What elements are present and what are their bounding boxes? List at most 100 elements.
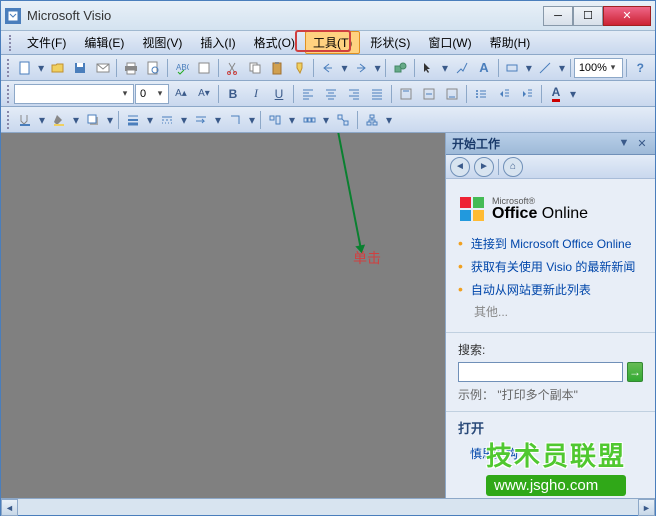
grow-font-button[interactable]: A▴: [170, 83, 192, 105]
middle-align-button[interactable]: [418, 83, 440, 105]
search-go-button[interactable]: →: [627, 362, 643, 382]
bold-button[interactable]: B: [222, 83, 244, 105]
copy-button[interactable]: [244, 57, 265, 79]
preview-button[interactable]: [143, 57, 164, 79]
redo-button[interactable]: [350, 57, 371, 79]
underline-button[interactable]: U: [268, 83, 290, 105]
pane-close-icon[interactable]: ✕: [635, 137, 649, 151]
undo-button[interactable]: [317, 57, 338, 79]
menubar-grip[interactable]: [9, 35, 13, 51]
menu-help[interactable]: 帮助(H): [482, 31, 539, 54]
bullets-button[interactable]: [470, 83, 492, 105]
search-input[interactable]: [458, 362, 623, 382]
corner-dropdown[interactable]: ▾: [247, 109, 257, 131]
align-dropdown[interactable]: ▾: [287, 109, 297, 131]
save-button[interactable]: [69, 57, 90, 79]
menu-shape[interactable]: 形状(S): [362, 31, 418, 54]
menu-window[interactable]: 窗口(W): [420, 31, 479, 54]
lineweight-dropdown[interactable]: ▾: [145, 109, 155, 131]
spell-button[interactable]: ABC: [171, 57, 192, 79]
align-shapes-button[interactable]: [264, 109, 286, 131]
line-dropdown[interactable]: ▾: [557, 57, 567, 79]
shadow-button[interactable]: [82, 109, 104, 131]
pointer-dropdown[interactable]: ▾: [440, 57, 450, 79]
fontcolor-dropdown[interactable]: ▾: [568, 83, 578, 105]
linecolor-button[interactable]: [14, 109, 36, 131]
scroll-left-button[interactable]: ◄: [1, 499, 18, 516]
align-left-button[interactable]: [297, 83, 319, 105]
distribute-button[interactable]: [298, 109, 320, 131]
layout-dropdown[interactable]: ▾: [384, 109, 394, 131]
shapes-button[interactable]: [389, 57, 410, 79]
toolbar-grip[interactable]: [7, 59, 11, 77]
close-button[interactable]: ✕: [603, 6, 651, 26]
link-more[interactable]: 其他...: [458, 301, 643, 322]
shadow-dropdown[interactable]: ▾: [105, 109, 115, 131]
connect-button[interactable]: [332, 109, 354, 131]
lineweight-button[interactable]: [122, 109, 144, 131]
linepattern-button[interactable]: [156, 109, 178, 131]
pointer-button[interactable]: [418, 57, 439, 79]
maximize-button[interactable]: ☐: [573, 6, 603, 26]
link-update[interactable]: 自动从网站更新此列表: [458, 279, 643, 302]
pane-dropdown-icon[interactable]: ▼: [617, 137, 631, 151]
new-button[interactable]: [14, 57, 35, 79]
linepattern-dropdown[interactable]: ▾: [179, 109, 189, 131]
nav-home-button[interactable]: ⌂: [503, 157, 523, 177]
bottom-align-button[interactable]: [441, 83, 463, 105]
nav-forward-button[interactable]: ►: [474, 157, 494, 177]
fontcolor-button[interactable]: A: [545, 83, 567, 105]
fillcolor-button[interactable]: [48, 109, 70, 131]
corner-button[interactable]: [224, 109, 246, 131]
menu-view[interactable]: 视图(V): [134, 31, 190, 54]
menu-edit[interactable]: 编辑(E): [76, 31, 132, 54]
scroll-right-button[interactable]: ►: [638, 499, 655, 516]
menu-insert[interactable]: 插入(I): [192, 31, 243, 54]
line-button[interactable]: [535, 57, 556, 79]
cut-button[interactable]: [222, 57, 243, 79]
fillcolor-dropdown[interactable]: ▾: [71, 109, 81, 131]
outdent-button[interactable]: [493, 83, 515, 105]
align-right-button[interactable]: [343, 83, 365, 105]
research-button[interactable]: [193, 57, 214, 79]
lineends-dropdown[interactable]: ▾: [213, 109, 223, 131]
print-button[interactable]: [120, 57, 141, 79]
undo-dropdown[interactable]: ▾: [340, 57, 350, 79]
layout-button[interactable]: [361, 109, 383, 131]
action-grip[interactable]: [7, 111, 11, 129]
distribute-dropdown[interactable]: ▾: [321, 109, 331, 131]
open-item[interactable]: 慎思结构: [446, 443, 655, 464]
format-grip[interactable]: [7, 85, 11, 103]
format-painter-button[interactable]: [289, 57, 310, 79]
link-connect[interactable]: 连接到 Microsoft Office Online: [458, 233, 643, 256]
fontsize-select[interactable]: 0▾: [135, 84, 169, 104]
redo-dropdown[interactable]: ▾: [373, 57, 383, 79]
rectangle-dropdown[interactable]: ▾: [524, 57, 534, 79]
rectangle-button[interactable]: [502, 57, 523, 79]
font-select[interactable]: ▾: [14, 84, 134, 104]
italic-button[interactable]: I: [245, 83, 267, 105]
help-button[interactable]: ?: [630, 57, 651, 79]
link-news[interactable]: 获取有关使用 Visio 的最新新闻: [458, 256, 643, 279]
menu-tools[interactable]: 工具(T): [305, 31, 360, 54]
zoom-select[interactable]: 100%▾: [574, 58, 623, 78]
minimize-button[interactable]: ─: [543, 6, 573, 26]
nav-back-button[interactable]: ◄: [450, 157, 470, 177]
align-center-button[interactable]: [320, 83, 342, 105]
indent-button[interactable]: [516, 83, 538, 105]
lineends-button[interactable]: [190, 109, 212, 131]
open-button[interactable]: [47, 57, 68, 79]
linecolor-dropdown[interactable]: ▾: [37, 109, 47, 131]
canvas[interactable]: 单击: [1, 133, 445, 498]
justify-button[interactable]: [366, 83, 388, 105]
text-button[interactable]: A: [473, 57, 494, 79]
menu-format[interactable]: 格式(O): [246, 31, 303, 54]
paste-button[interactable]: [266, 57, 287, 79]
top-align-button[interactable]: [395, 83, 417, 105]
connector-button[interactable]: [451, 57, 472, 79]
menu-file[interactable]: 文件(F): [19, 31, 74, 54]
shrink-font-button[interactable]: A▾: [193, 83, 215, 105]
scroll-track[interactable]: [18, 499, 638, 515]
new-dropdown[interactable]: ▾: [36, 57, 46, 79]
email-button[interactable]: [92, 57, 113, 79]
